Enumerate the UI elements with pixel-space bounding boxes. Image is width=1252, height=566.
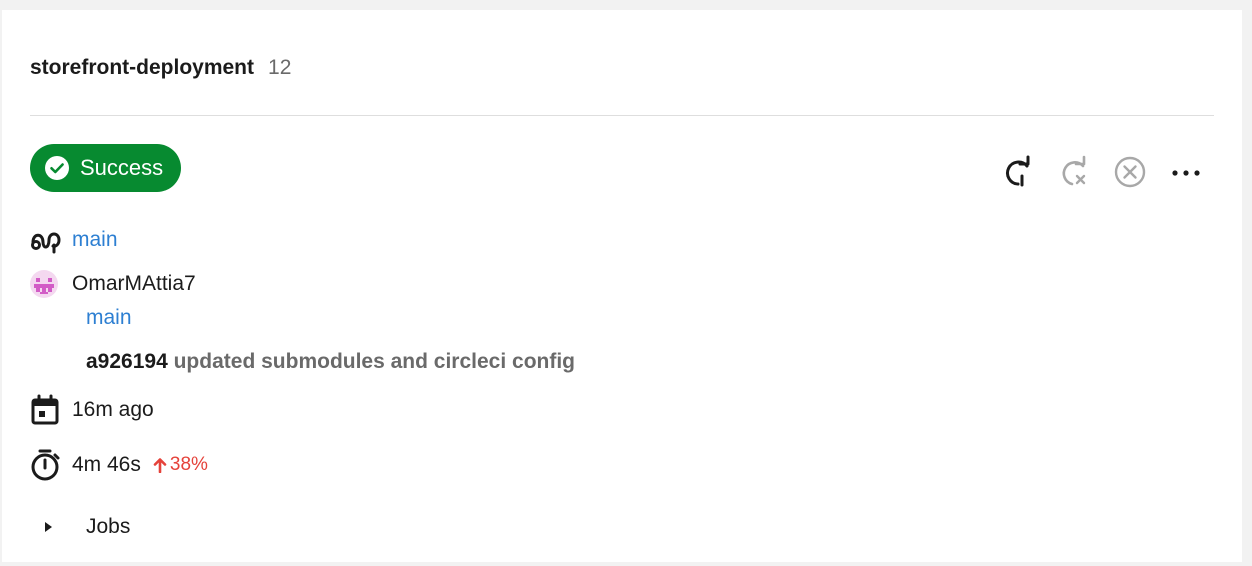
duration-row: 4m 46s 38% [30, 448, 208, 482]
stopwatch-icon [30, 448, 72, 482]
pipeline-card: storefront-deployment 12 Success main Om… [2, 10, 1242, 562]
pipeline-header: storefront-deployment 12 [30, 56, 291, 80]
commit-message[interactable]: updated submodules and circleci config [174, 350, 575, 373]
user-row: OmarMAttia7 [30, 270, 196, 298]
trigger-branch-link[interactable]: main [86, 306, 132, 330]
build-number[interactable]: 12 [268, 56, 291, 80]
duration-delta: 38% [153, 454, 208, 476]
user-name[interactable]: OmarMAttia7 [72, 272, 196, 296]
jobs-toggle[interactable]: Jobs [42, 515, 130, 539]
rerun-failed-icon [1062, 155, 1086, 186]
divider [30, 115, 1214, 116]
calendar-icon [30, 394, 72, 426]
avatar [30, 270, 72, 298]
branch-icon [30, 226, 72, 254]
delta-value: 38% [169, 454, 208, 475]
status-label: Success [80, 155, 164, 180]
caret-right-icon [42, 520, 86, 534]
rerun-failed-button[interactable] [1054, 152, 1094, 192]
duration: 4m 46s [72, 453, 141, 476]
status-badge: Success [30, 144, 182, 192]
trigger-branch-row: main [86, 306, 132, 330]
rerun-button[interactable] [998, 152, 1038, 192]
arrow-up-icon [153, 458, 167, 473]
rerun-icon [1006, 155, 1030, 187]
project-name[interactable]: storefront-deployment [30, 56, 254, 80]
more-button[interactable] [1166, 152, 1206, 192]
branch-link[interactable]: main [72, 228, 118, 252]
branch-row: main [30, 226, 118, 254]
commit-row: a926194 updated submodules and circleci … [86, 350, 575, 374]
check-circle-icon [44, 155, 70, 181]
more-icon [1172, 170, 1200, 176]
action-toolbar [998, 152, 1206, 192]
jobs-label: Jobs [86, 515, 131, 538]
commit-hash[interactable]: a926194 [86, 350, 168, 373]
cancel-button[interactable] [1110, 152, 1150, 192]
cancel-icon [1114, 156, 1146, 188]
started-time: 16m ago [72, 398, 154, 421]
started-row: 16m ago [30, 394, 154, 426]
